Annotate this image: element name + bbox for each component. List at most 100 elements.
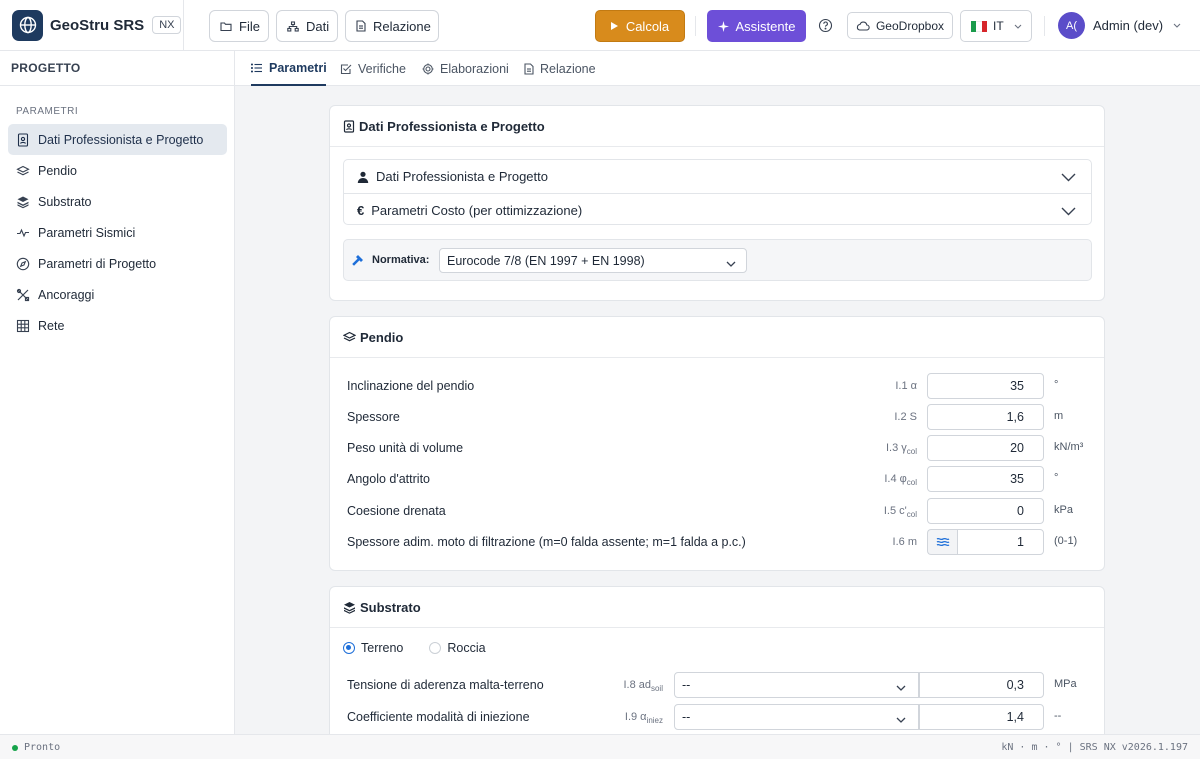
layers-filled-icon <box>343 601 356 614</box>
iniezione-select[interactable]: -- <box>674 704 919 730</box>
param-row-spessore: Spessore I.2 S 1,6 m <box>330 404 1106 430</box>
param-row-aderenza: Tensione di aderenza malta-terreno I.8 a… <box>330 672 1106 698</box>
italy-flag-icon <box>971 20 987 32</box>
sidebar-item-label: Dati Professionista e Progetto <box>38 132 204 147</box>
param-label: Inclinazione del pendio <box>347 379 475 393</box>
brand-name: GeoStru SRS <box>50 16 145 34</box>
terreno-radio[interactable] <box>343 642 355 654</box>
param-unit: m <box>1054 410 1064 422</box>
peso-input[interactable]: 20 <box>927 435 1044 461</box>
coesione-input[interactable]: 0 <box>927 498 1044 524</box>
tab-elaborazioni[interactable]: Elaborazioni <box>422 51 509 86</box>
status-version: kN · m · ° | SRS NX v2026.1.197 <box>1001 742 1188 753</box>
sidebar-item-label: Substrato <box>38 194 92 209</box>
water-table-button[interactable] <box>927 529 958 555</box>
user-name: Admin (dev) <box>1093 18 1164 33</box>
param-label: Tensione di aderenza malta-terreno <box>347 678 544 692</box>
chevron-down-icon <box>1173 23 1181 28</box>
document-icon <box>524 62 534 75</box>
avatar: A( <box>1058 12 1085 39</box>
param-unit: -- <box>1054 710 1062 722</box>
assistente-button[interactable]: Assistente <box>707 10 806 42</box>
accordion-dati-professionista[interactable]: Dati Professionista e Progetto <box>344 160 1091 193</box>
id-badge-icon <box>16 132 30 147</box>
user-menu[interactable]: A( Admin (dev) <box>1058 12 1181 39</box>
status-bar: Pronto kN · m · ° | SRS NX v2026.1.197 <box>0 734 1200 759</box>
language-select[interactable]: IT <box>960 10 1032 42</box>
param-unit: MPa <box>1054 678 1077 690</box>
inclinazione-input[interactable]: 35 <box>927 373 1044 399</box>
status-text: Pronto <box>24 742 61 753</box>
sidebar-item-label: Parametri Sismici <box>38 225 136 240</box>
sidebar-item-parametri-progetto[interactable]: Parametri di Progetto <box>8 248 227 279</box>
param-label: Coesione drenata <box>347 504 446 518</box>
param-code: I.5 c'col <box>883 505 917 520</box>
chevron-down-icon <box>1061 170 1076 185</box>
geodropbox-label: GeoDropbox <box>875 18 945 33</box>
sidebar-item-label: Ancoraggi <box>38 287 95 302</box>
param-unit: ° <box>1054 379 1059 391</box>
tab-label: Elaborazioni <box>440 61 509 76</box>
relazione-menu-button[interactable]: Relazione <box>345 10 439 42</box>
language-label: IT <box>993 19 1004 33</box>
param-label: Angolo d'attrito <box>347 472 430 486</box>
card-header: Dati Professionista e Progetto <box>330 106 1104 147</box>
param-row-peso: Peso unità di volume I.3 γcol 20 kN/m³ <box>330 435 1106 461</box>
layers-filled-icon <box>16 195 30 209</box>
tab-bar: Parametri Verifiche Elaborazioni Relazio… <box>235 51 1200 86</box>
file-menu-button[interactable]: File <box>209 10 269 42</box>
normativa-label: Normativa: <box>372 254 430 266</box>
param-code: I.3 γcol <box>885 442 917 457</box>
param-unit: kN/m³ <box>1054 441 1084 453</box>
brand: GeoStru SRS NX <box>0 0 184 51</box>
help-icon[interactable] <box>818 18 833 33</box>
sidebar-item-rete[interactable]: Rete <box>8 310 227 341</box>
card-title: Substrato <box>360 599 421 615</box>
sidebar-item-parametri-sismici[interactable]: Parametri Sismici <box>8 217 227 248</box>
aderenza-input[interactable]: 0,3 <box>919 672 1044 698</box>
tab-relazione[interactable]: Relazione <box>524 51 596 86</box>
normativa-select[interactable]: Eurocode 7/8 (EN 1997 + EN 1998) <box>439 248 747 273</box>
sidebar-item-pendio[interactable]: Pendio <box>8 155 227 186</box>
tab-verifiche[interactable]: Verifiche <box>340 51 406 86</box>
layers-outline-icon <box>343 331 356 343</box>
aderenza-select[interactable]: -- <box>674 672 919 698</box>
tab-parametri[interactable]: Parametri <box>251 51 327 86</box>
sidebar-item-dati[interactable]: Dati Professionista e Progetto <box>8 124 227 155</box>
geodropbox-button[interactable]: GeoDropbox <box>847 12 953 39</box>
param-label: Peso unità di volume <box>347 441 464 455</box>
param-unit: kPa <box>1054 504 1073 516</box>
roccia-radio[interactable] <box>429 642 442 654</box>
play-icon <box>610 22 618 30</box>
iniezione-input[interactable]: 1,4 <box>919 704 1044 730</box>
param-code: I.8 adsoil <box>623 679 663 694</box>
spessore-input[interactable]: 1,6 <box>927 404 1044 430</box>
attrito-input[interactable]: 35 <box>927 466 1044 492</box>
substrate-type-radio-group: Terreno Roccia <box>343 641 486 655</box>
euro-icon: € <box>357 202 365 218</box>
tab-label: Parametri <box>269 60 327 75</box>
accordion-label: Parametri Costo (per ottimizzazione) <box>371 202 583 218</box>
normativa-value: Eurocode 7/8 (EN 1997 + EN 1998) <box>447 253 645 268</box>
chevron-down-icon <box>1061 204 1076 219</box>
sidebar-item-ancoraggi[interactable]: Ancoraggi <box>8 279 227 310</box>
dati-menu-button[interactable]: Dati <box>276 10 338 42</box>
sidebar-section-label: PARAMETRI <box>16 106 79 117</box>
param-label: Spessore adim. moto di filtrazione (m=0 … <box>347 535 746 549</box>
calcola-button[interactable]: Calcola <box>595 10 685 42</box>
pendio-card: Pendio Inclinazione del pendio I.1 α 35 … <box>329 316 1105 571</box>
param-unit: (0-1) <box>1054 535 1078 547</box>
filtrazione-input[interactable]: 1 <box>957 529 1044 555</box>
top-bar: GeoStru SRS NX File Dati Relazione Calco… <box>0 0 1200 51</box>
accordion-parametri-costo[interactable]: € Parametri Costo (per ottimizzazione) <box>344 193 1091 226</box>
waves-icon <box>936 537 950 547</box>
sidebar-item-substrato[interactable]: Substrato <box>8 186 227 217</box>
cloud-icon <box>856 21 870 31</box>
normativa-row: Normativa: Eurocode 7/8 (EN 1997 + EN 19… <box>343 239 1092 281</box>
card-header: Pendio <box>330 317 1104 358</box>
tab-label: Relazione <box>540 61 596 76</box>
hammer-icon <box>351 254 364 267</box>
param-code: I.9 αiniez <box>624 711 663 726</box>
param-unit: ° <box>1054 472 1059 484</box>
grid-icon <box>16 319 30 333</box>
